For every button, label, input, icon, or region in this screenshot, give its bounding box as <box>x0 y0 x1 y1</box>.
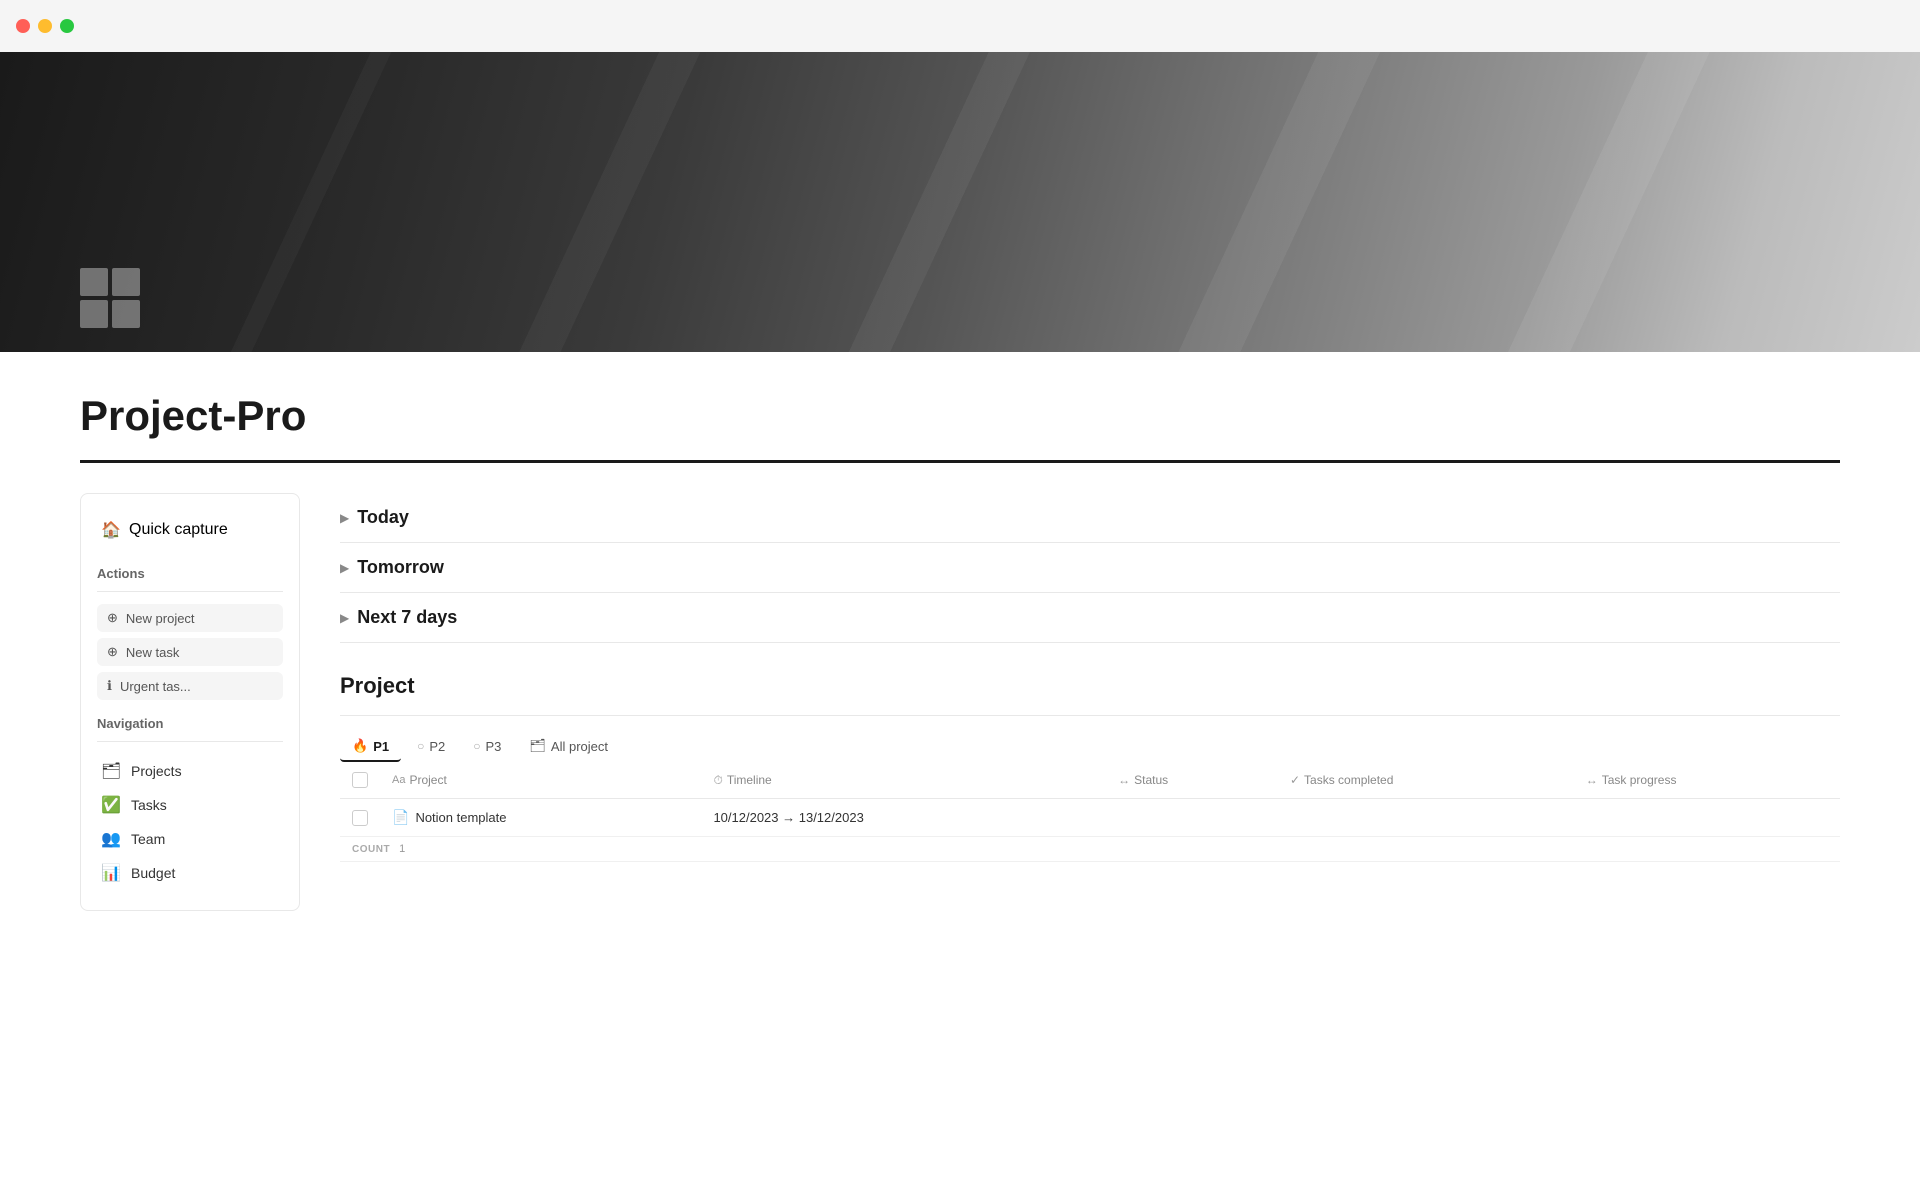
tab-p2-icon: ○ <box>417 739 424 753</box>
count-value: 1 <box>399 843 405 855</box>
team-icon: 👥 <box>101 829 121 849</box>
main-area: ▶ Today ▶ Tomorrow ▶ Next 7 days Project <box>340 493 1840 862</box>
table-header-row: Aa Project ⏱ Timeline <box>340 762 1840 799</box>
table-row: 📄 Notion template 10/12/2023 → 13/12/202… <box>340 799 1840 837</box>
row1-project-cell: 📄 Notion template <box>380 799 701 837</box>
maximize-button[interactable] <box>60 19 74 33</box>
tasks-icon: ✅ <box>101 795 121 815</box>
actions-divider <box>97 591 283 592</box>
logo-square-1 <box>80 268 108 296</box>
quick-capture-label: Quick capture <box>129 521 228 539</box>
row1-status-cell <box>1106 799 1278 837</box>
row1-checkbox[interactable] <box>352 810 368 826</box>
sidebar-item-tasks[interactable]: ✅ Tasks <box>97 788 283 822</box>
logo-square-4 <box>112 300 140 328</box>
sidebar: 🏠 Quick capture Actions ⊕ New project ⊕ … <box>80 493 300 911</box>
logo-square-3 <box>80 300 108 328</box>
sidebar-item-projects[interactable]: 🗂 Projects <box>97 754 283 788</box>
th-task-progress: ↔ Task progress <box>1574 762 1840 799</box>
urgent-tasks-button[interactable]: ℹ Urgent tas... <box>97 672 283 700</box>
next7days-label: Next 7 days <box>357 607 457 628</box>
task-progress-col-icon: ↔ <box>1586 773 1598 787</box>
team-label: Team <box>131 831 165 847</box>
tab-all-project[interactable]: 🗂 All project <box>517 732 620 762</box>
tab-all-icon: 🗂 <box>529 738 546 754</box>
close-button[interactable] <box>16 19 30 33</box>
nav-section-title: Navigation <box>97 716 283 731</box>
next7days-arrow-icon: ▶ <box>340 611 349 625</box>
tab-p3-icon: ○ <box>473 739 480 753</box>
status-col-icon: ↔ <box>1118 773 1130 787</box>
today-arrow-icon: ▶ <box>340 511 349 525</box>
project-table: Aa Project ⏱ Timeline <box>340 762 1840 862</box>
projects-icon: 🗂 <box>101 761 121 781</box>
tab-p1-label: P1 <box>373 739 389 754</box>
projects-label: Projects <box>131 763 182 779</box>
project-heading: Project <box>340 673 1840 699</box>
tab-p2-label: P2 <box>429 739 445 754</box>
th-timeline: ⏱ Timeline <box>701 762 1106 799</box>
tab-p3-label: P3 <box>486 739 502 754</box>
project-section: Project 🔥 P1 ○ P2 ○ P3 <box>340 673 1840 862</box>
new-task-icon: ⊕ <box>107 644 118 660</box>
row1-project-name: Notion template <box>415 810 506 825</box>
tab-p1[interactable]: 🔥 P1 <box>340 732 401 762</box>
new-task-label: New task <box>126 645 179 660</box>
th-project: Aa Project <box>380 762 701 799</box>
new-task-button[interactable]: ⊕ New task <box>97 638 283 666</box>
urgent-tasks-label: Urgent tas... <box>120 679 191 694</box>
tasks-completed-col-icon: ✓ <box>1290 773 1300 787</box>
th-checkbox <box>340 762 380 799</box>
project-col-icon: Aa <box>392 774 405 786</box>
sidebar-quick-capture[interactable]: 🏠 Quick capture <box>97 514 283 546</box>
tomorrow-label: Tomorrow <box>357 557 444 578</box>
page-content: Project-Pro 🏠 Quick capture Actions ⊕ Ne… <box>0 352 1920 951</box>
today-label: Today <box>357 507 409 528</box>
actions-section-title: Actions <box>97 566 283 581</box>
banner-logo <box>80 268 140 328</box>
minimize-button[interactable] <box>38 19 52 33</box>
count-label: COUNT <box>352 844 390 855</box>
section-today[interactable]: ▶ Today <box>340 493 1840 543</box>
row1-tasks-completed-cell <box>1278 799 1574 837</box>
row1-task-progress-cell <box>1574 799 1840 837</box>
section-next7days[interactable]: ▶ Next 7 days <box>340 593 1840 643</box>
urgent-tasks-icon: ℹ <box>107 678 112 694</box>
row1-checkbox-cell[interactable] <box>340 799 380 837</box>
page-divider <box>80 460 1840 463</box>
sidebar-item-budget[interactable]: 📊 Budget <box>97 856 283 890</box>
project-divider <box>340 715 1840 716</box>
tomorrow-arrow-icon: ▶ <box>340 561 349 575</box>
row1-page-icon: 📄 <box>392 809 409 826</box>
home-icon: 🏠 <box>101 520 121 540</box>
tab-all-label: All project <box>551 739 608 754</box>
budget-label: Budget <box>131 865 175 881</box>
th-status: ↔ Status <box>1106 762 1278 799</box>
section-tomorrow[interactable]: ▶ Tomorrow <box>340 543 1840 593</box>
new-project-icon: ⊕ <box>107 610 118 626</box>
count-cell: COUNT 1 <box>340 837 1840 862</box>
tab-p2[interactable]: ○ P2 <box>405 733 457 762</box>
hero-banner <box>0 52 1920 352</box>
sidebar-item-team[interactable]: 👥 Team <box>97 822 283 856</box>
th-tasks-completed: ✓ Tasks completed <box>1278 762 1574 799</box>
page-title: Project-Pro <box>80 392 1840 440</box>
row1-timeline-cell: 10/12/2023 → 13/12/2023 <box>701 799 1106 837</box>
tabs-row: 🔥 P1 ○ P2 ○ P3 🗂 All project <box>340 732 1840 762</box>
timeline-col-icon: ⏱ <box>713 773 722 788</box>
nav-divider <box>97 741 283 742</box>
tab-p3[interactable]: ○ P3 <box>461 733 513 762</box>
logo-square-2 <box>112 268 140 296</box>
tasks-label: Tasks <box>131 797 167 813</box>
count-row: COUNT 1 <box>340 837 1840 862</box>
budget-icon: 📊 <box>101 863 121 883</box>
tab-p1-icon: 🔥 <box>352 738 368 754</box>
main-layout: 🏠 Quick capture Actions ⊕ New project ⊕ … <box>80 493 1840 911</box>
new-project-label: New project <box>126 611 195 626</box>
new-project-button[interactable]: ⊕ New project <box>97 604 283 632</box>
title-bar <box>0 0 1920 52</box>
